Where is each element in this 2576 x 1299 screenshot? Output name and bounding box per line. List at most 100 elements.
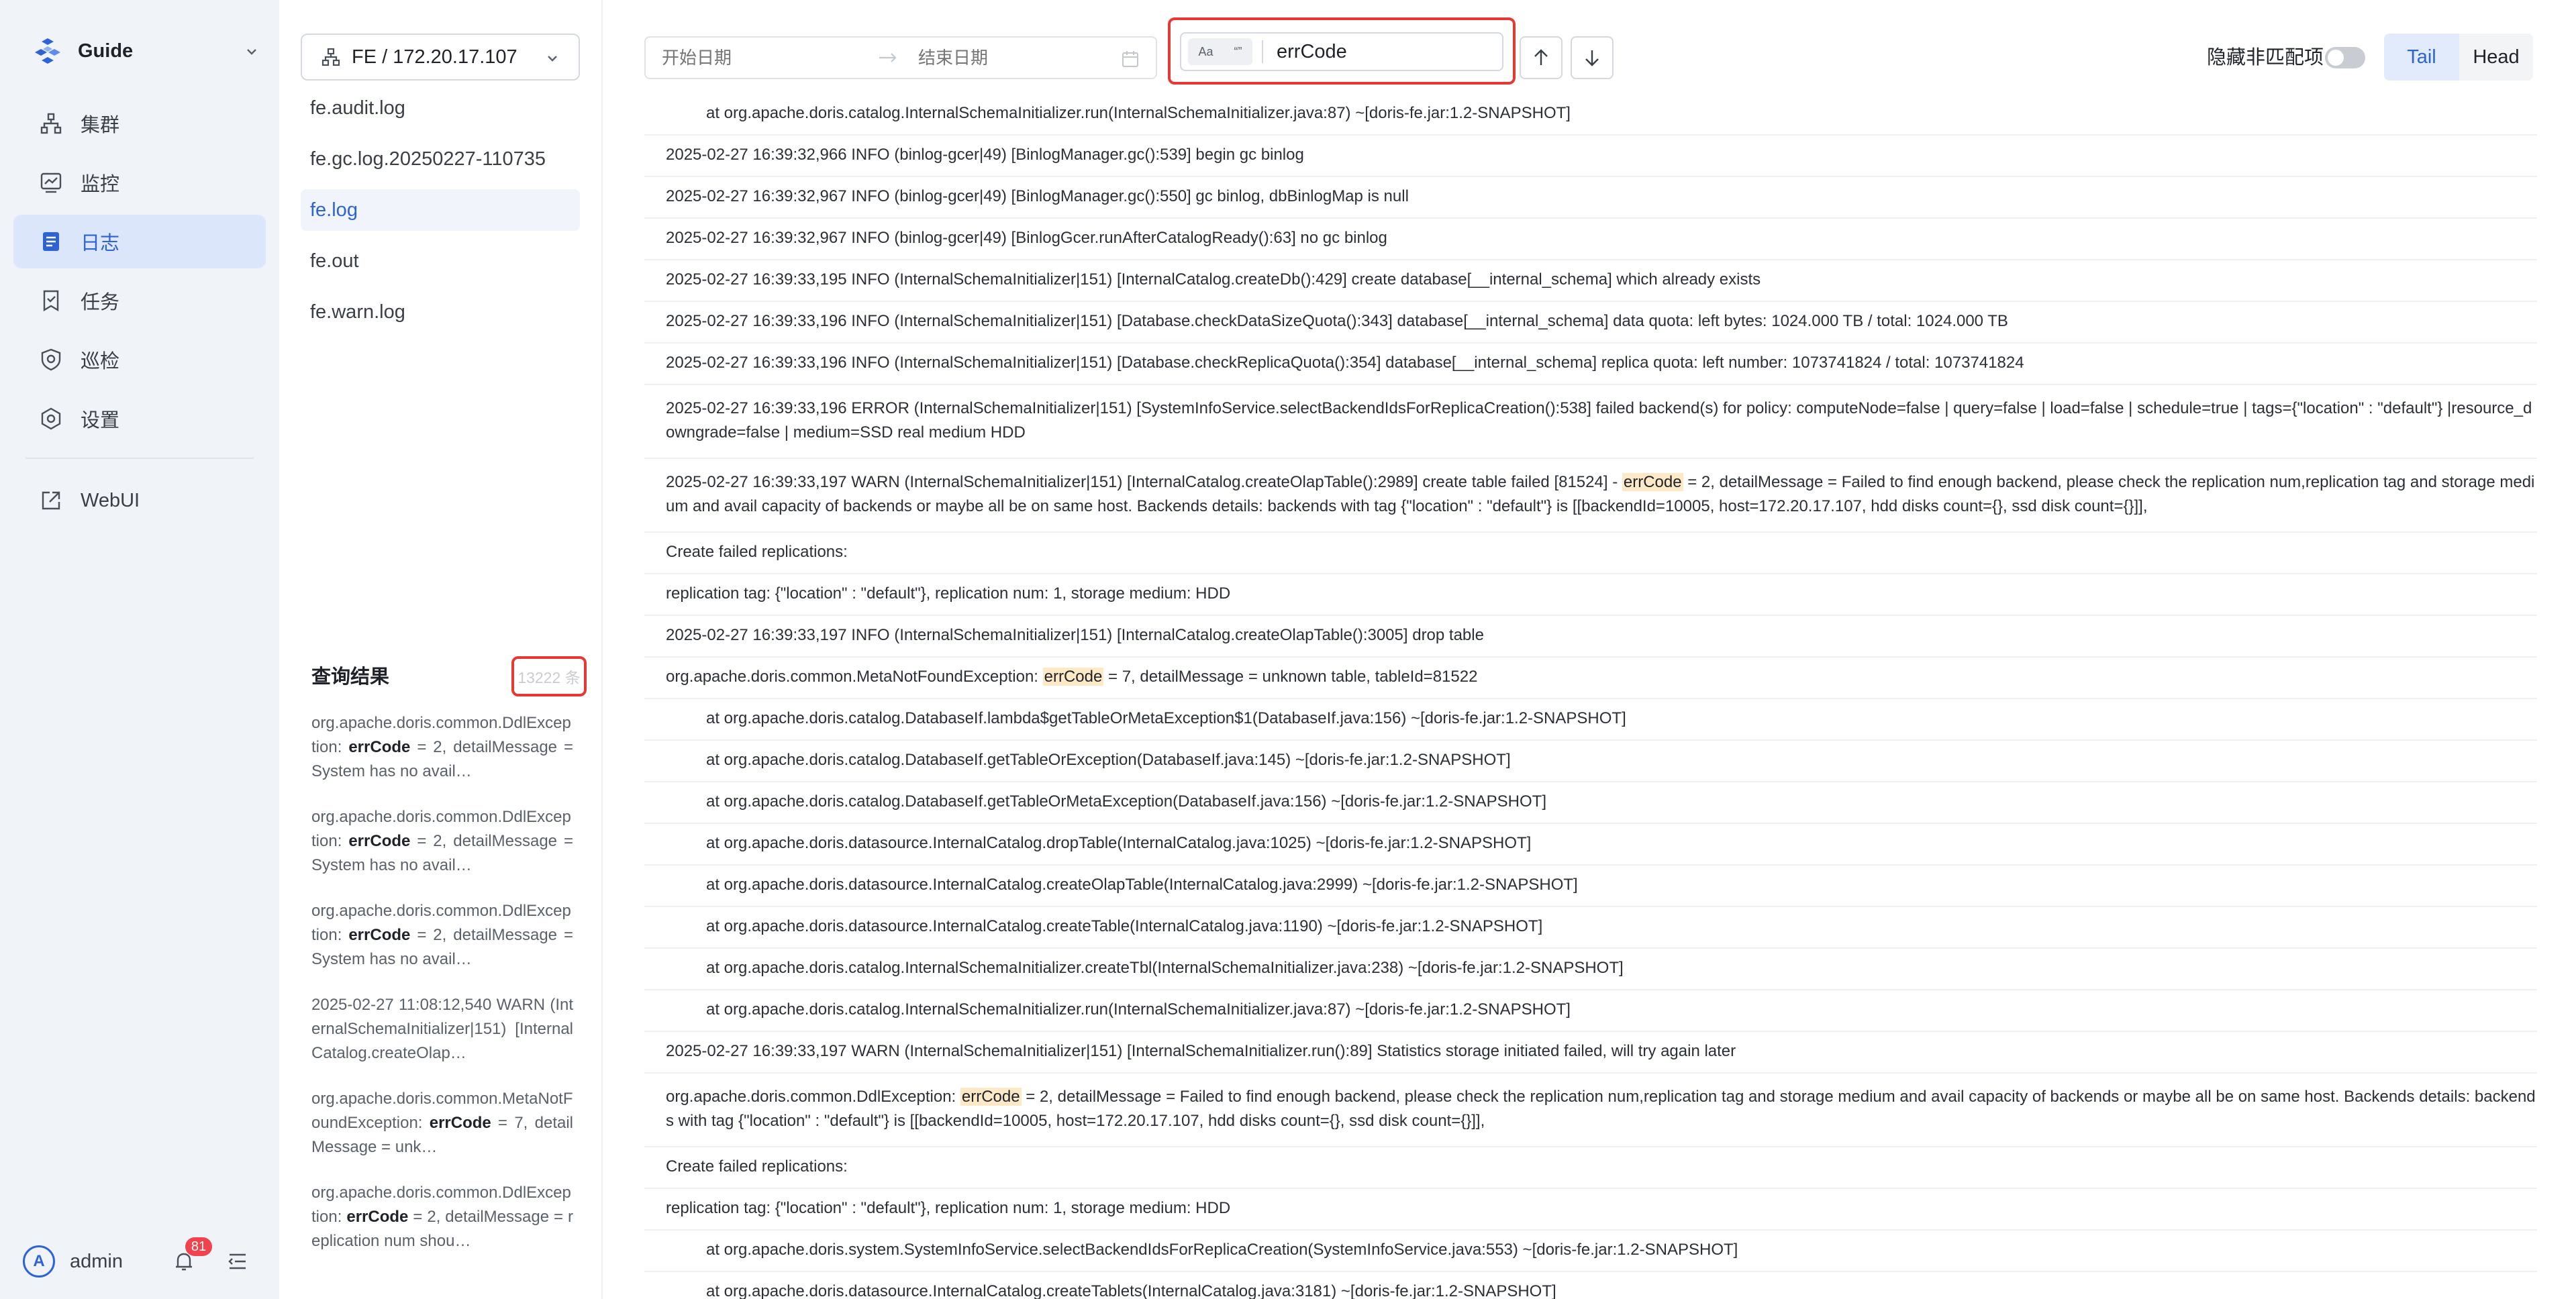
- hide-unmatched-toggle[interactable]: [2325, 47, 2365, 68]
- match-case-toggle[interactable]: Aa: [1198, 45, 1213, 59]
- log-stacktrace-line: at org.apache.doris.datasource.InternalC…: [644, 824, 2537, 866]
- log-line: org.apache.doris.common.DdlException: er…: [644, 1074, 2537, 1147]
- result-match: errCode: [348, 832, 411, 850]
- task-icon: [43, 290, 59, 312]
- arrow-down-icon: [1585, 50, 1599, 66]
- result-item[interactable]: org.apache.doris.common.DdlException: er…: [311, 711, 573, 784]
- file-item[interactable]: fe.warn.log: [301, 291, 580, 333]
- result-match: errCode: [429, 1114, 491, 1132]
- log-text: org.apache.doris.common.DdlException:: [666, 1088, 960, 1106]
- search-match-highlight: errCode: [960, 1088, 1022, 1106]
- file-list: fe.audit.log fe.gc.log.20250227-110735 f…: [301, 87, 580, 342]
- log-line: Create failed replications:: [644, 533, 2537, 574]
- nav-item-monitor[interactable]: 监控: [13, 156, 266, 209]
- log-stacktrace-line: at org.apache.doris.catalog.DatabaseIf.g…: [644, 782, 2537, 824]
- log-content: at org.apache.doris.catalog.InternalSche…: [644, 94, 2537, 1299]
- search-highlight-frame: Aa “”: [1168, 17, 1516, 85]
- result-header: 查询结果 13222 条: [301, 655, 587, 696]
- date-range-picker[interactable]: [644, 36, 1157, 79]
- result-item[interactable]: org.apache.doris.common.DdlException: er…: [311, 805, 573, 878]
- nav-item-label: 设置: [81, 410, 120, 431]
- tail-button[interactable]: Tail: [2384, 34, 2459, 81]
- search-options: Aa “”: [1188, 38, 1252, 65]
- nav-item-settings[interactable]: 设置: [13, 392, 266, 446]
- head-button[interactable]: Head: [2459, 34, 2533, 81]
- chevron-down-icon: [548, 56, 557, 62]
- log-icon: [43, 232, 59, 251]
- result-match: errCode: [348, 738, 411, 756]
- hide-unmatched-label: 隐藏非匹配项: [2207, 47, 2324, 68]
- log-line: 2025-02-27 16:39:33,197 WARN (InternalSc…: [644, 1032, 2537, 1074]
- log-stacktrace-line: at org.apache.doris.catalog.DatabaseIf.g…: [644, 741, 2537, 782]
- nav-item-log[interactable]: 日志: [13, 215, 266, 268]
- log-line: 2025-02-27 16:39:33,195 INFO (InternalSc…: [644, 260, 2537, 302]
- file-item[interactable]: fe.out: [301, 240, 580, 282]
- cluster-icon: [40, 113, 62, 134]
- nav-item-webui[interactable]: WebUI: [13, 474, 266, 527]
- settings-icon: [41, 407, 61, 430]
- log-line: 2025-02-27 16:39:32,966 INFO (binlog-gce…: [644, 136, 2537, 177]
- log-line: 2025-02-27 16:39:33,196 INFO (InternalSc…: [644, 302, 2537, 344]
- logo-icon: [35, 38, 60, 64]
- log-stacktrace-line: at org.apache.doris.catalog.InternalSche…: [644, 990, 2537, 1032]
- node-select-value: FE / 172.20.17.107: [352, 46, 517, 68]
- nav-menu: 集群 监控 日志 任务 巡检 设置 WebUI: [13, 97, 266, 533]
- log-stacktrace-line: at org.apache.doris.catalog.InternalSche…: [644, 949, 2537, 990]
- log-viewer-app: Guide 集群 监控 日志 任务 巡检 设置 WebUI A admin 81…: [0, 0, 2576, 1299]
- log-line: replication tag: {"location" : "default"…: [644, 1189, 2537, 1231]
- log-stacktrace-line: at org.apache.doris.datasource.InternalC…: [644, 1272, 2537, 1299]
- date-end-input[interactable]: [918, 47, 1120, 68]
- user-name[interactable]: admin: [70, 1251, 123, 1273]
- log-stacktrace-line: at org.apache.doris.system.SystemInfoSer…: [644, 1231, 2537, 1272]
- nav-item-task[interactable]: 任务: [13, 274, 266, 327]
- log-line: 2025-02-27 16:39:32,967 INFO (binlog-gce…: [644, 219, 2537, 260]
- node-select[interactable]: FE / 172.20.17.107: [301, 34, 580, 81]
- result-item[interactable]: 2025-02-27 11:08:12,540 WARN (InternalSc…: [311, 993, 573, 1066]
- log-main: Aa “” 隐藏非匹配项 Tail Head at org.apache.dor…: [603, 0, 2576, 1299]
- log-stacktrace-line: at org.apache.doris.catalog.InternalSche…: [644, 94, 2537, 136]
- log-text: org.apache.doris.common.MetaNotFoundExce…: [666, 668, 1043, 686]
- file-item[interactable]: fe.gc.log.20250227-110735: [301, 138, 580, 180]
- result-item[interactable]: org.apache.doris.common.DdlException: er…: [311, 899, 573, 972]
- collapse-menu-icon[interactable]: [226, 1249, 250, 1274]
- user-bar: A admin 81: [23, 1237, 258, 1280]
- log-line: 2025-02-27 16:39:32,967 INFO (binlog-gce…: [644, 177, 2537, 219]
- file-panel: FE / 172.20.17.107 fe.audit.log fe.gc.lo…: [279, 0, 603, 1299]
- calendar-icon: [1122, 51, 1138, 67]
- file-item-active[interactable]: fe.log: [301, 189, 580, 231]
- result-item[interactable]: org.apache.doris.common.DdlException: er…: [311, 1181, 573, 1253]
- result-match: errCode: [348, 926, 411, 944]
- result-text: 2025-02-27 11:08:12,540 WARN (InternalSc…: [311, 996, 573, 1062]
- search-match-highlight: errCode: [1622, 473, 1683, 491]
- inspect-icon: [41, 348, 61, 371]
- nav-item-label: 任务: [81, 292, 120, 313]
- whole-word-toggle[interactable]: “”: [1234, 45, 1242, 59]
- nav-item-label: 集群: [81, 115, 120, 136]
- log-line: replication tag: {"location" : "default"…: [644, 574, 2537, 616]
- date-start-input[interactable]: [662, 47, 863, 68]
- prev-match-button[interactable]: [1520, 36, 1563, 79]
- log-line: 2025-02-27 16:39:33,197 INFO (InternalSc…: [644, 616, 2537, 658]
- result-match: errCode: [346, 1208, 409, 1226]
- node-tree-icon: [321, 48, 340, 66]
- avatar[interactable]: A: [23, 1245, 55, 1278]
- search-input[interactable]: [1277, 40, 1478, 63]
- brand-switcher[interactable]: Guide: [32, 34, 260, 68]
- nav-item-label: 监控: [81, 174, 120, 195]
- external-link-icon: [42, 491, 60, 510]
- log-line: 2025-02-27 16:39:33,197 WARN (InternalSc…: [644, 459, 2537, 533]
- result-count: 13222 条: [511, 656, 587, 696]
- nav-item-inspect[interactable]: 巡检: [13, 333, 266, 386]
- log-line: Create failed replications:: [644, 1147, 2537, 1189]
- sidebar: Guide 集群 监控 日志 任务 巡检 设置 WebUI A admin 81: [0, 0, 279, 1299]
- log-line: org.apache.doris.common.MetaNotFoundExce…: [644, 658, 2537, 699]
- file-item[interactable]: fe.audit.log: [301, 87, 580, 129]
- nav-item-cluster[interactable]: 集群: [13, 97, 266, 150]
- result-item[interactable]: org.apache.doris.common.MetaNotFoundExce…: [311, 1087, 573, 1159]
- log-line: 2025-02-27 16:39:33,196 INFO (InternalSc…: [644, 344, 2537, 385]
- log-text: 2025-02-27 16:39:33,197 WARN (InternalSc…: [666, 473, 1622, 491]
- next-match-button[interactable]: [1571, 36, 1614, 79]
- result-title: 查询结果: [311, 666, 390, 688]
- nav-item-label: 巡检: [81, 351, 120, 372]
- chevron-down-icon: [247, 49, 256, 55]
